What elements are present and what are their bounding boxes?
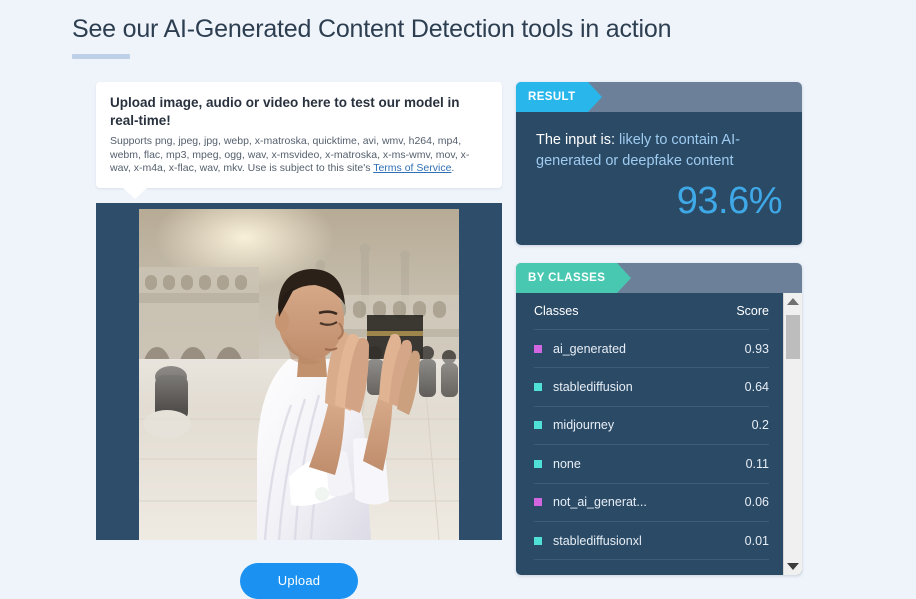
title-accent-rule bbox=[72, 54, 130, 59]
column-header-classes: Classes bbox=[534, 304, 579, 318]
page-header: See our AI-Generated Content Detection t… bbox=[72, 12, 832, 59]
result-prefix-label: The input is: bbox=[536, 132, 615, 148]
class-score: 0.06 bbox=[744, 495, 769, 510]
class-color-swatch bbox=[534, 536, 542, 545]
class-name: stablediffusionxl bbox=[553, 533, 642, 548]
upload-info-card: Upload image, audio or video here to tes… bbox=[96, 82, 502, 199]
result-verdict-line: The input is: likely to contain AI-gener… bbox=[536, 130, 782, 172]
table-row[interactable]: midjourney 0.2 bbox=[534, 407, 769, 446]
results-column: RESULT The input is: likely to contain A… bbox=[516, 82, 802, 575]
scroll-down-arrow-icon[interactable] bbox=[787, 563, 799, 570]
classes-table-header: Classes Score bbox=[534, 293, 769, 330]
column-header-score: Score bbox=[736, 304, 769, 318]
result-tag: RESULT bbox=[516, 82, 602, 112]
result-panel-header: RESULT bbox=[516, 82, 802, 112]
card-pointer-notch bbox=[122, 186, 148, 199]
class-score: 0.2 bbox=[751, 418, 769, 433]
page-title: See our AI-Generated Content Detection t… bbox=[72, 15, 672, 43]
preview-image bbox=[139, 208, 459, 540]
result-panel: RESULT The input is: likely to contain A… bbox=[516, 82, 802, 245]
class-score: 0.01 bbox=[744, 533, 769, 548]
class-name: not_ai_generat... bbox=[553, 495, 647, 510]
class-color-swatch bbox=[534, 459, 542, 468]
result-panel-body: The input is: likely to contain AI-gener… bbox=[516, 112, 802, 245]
supported-formats-period: . bbox=[451, 162, 455, 174]
class-color-swatch bbox=[534, 344, 542, 353]
class-name: ai_generated bbox=[553, 341, 626, 356]
by-classes-body: Classes Score ai_generated 0.93 stabledi… bbox=[516, 293, 802, 575]
classes-scrollbar[interactable] bbox=[783, 293, 802, 575]
class-name: none bbox=[553, 456, 581, 471]
class-name: stablediffusion bbox=[553, 380, 633, 395]
supported-formats-text: Supports png, jpeg, jpg, webp, x-matrosk… bbox=[110, 135, 488, 176]
table-row[interactable]: stablediffusionxl 0.01 bbox=[534, 522, 769, 561]
by-classes-tag: BY CLASSES bbox=[516, 263, 632, 293]
upload-headline: Upload image, audio or video here to tes… bbox=[110, 95, 460, 128]
table-row[interactable]: ai_generated 0.93 bbox=[534, 330, 769, 369]
upload-button[interactable]: Upload bbox=[240, 562, 358, 599]
upload-action-row: Upload bbox=[96, 562, 502, 599]
media-preview-frame[interactable] bbox=[96, 202, 502, 540]
upload-column: Upload image, audio or video here to tes… bbox=[96, 82, 502, 599]
class-score: 0.93 bbox=[744, 341, 769, 356]
class-score: 0.11 bbox=[745, 456, 769, 471]
by-classes-panel: BY CLASSES Classes Score ai_generated 0.… bbox=[516, 263, 802, 575]
preview-image-illustration bbox=[139, 208, 459, 540]
scroll-up-arrow-icon[interactable] bbox=[787, 298, 799, 305]
scrollbar-thumb[interactable] bbox=[786, 315, 800, 359]
table-row[interactable]: stablediffusion 0.64 bbox=[534, 368, 769, 407]
class-color-swatch bbox=[534, 421, 542, 430]
result-percentage: 93.6% bbox=[676, 180, 783, 222]
class-name: midjourney bbox=[553, 418, 615, 433]
classes-table: Classes Score ai_generated 0.93 stabledi… bbox=[516, 293, 783, 575]
by-classes-panel-header: BY CLASSES bbox=[516, 263, 802, 293]
class-color-swatch bbox=[534, 498, 542, 507]
class-score: 0.64 bbox=[744, 380, 769, 395]
table-row[interactable]: not_ai_generat... 0.06 bbox=[534, 484, 769, 522]
terms-of-service-link[interactable]: Terms of Service bbox=[373, 162, 451, 174]
table-row[interactable]: none 0.11 bbox=[534, 445, 769, 484]
class-color-swatch bbox=[534, 383, 542, 392]
